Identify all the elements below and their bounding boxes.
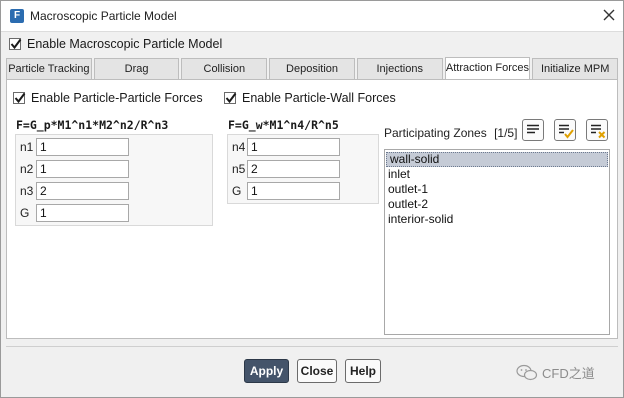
deselect-all-icon xyxy=(591,124,606,139)
enable-mpm-checkbox[interactable] xyxy=(9,38,22,50)
title-bar: F Macroscopic Particle Model xyxy=(1,1,623,32)
select-all-button[interactable] xyxy=(554,119,576,141)
n5-input[interactable]: 2 xyxy=(247,160,340,178)
particle-wall-label: Enable Particle-Wall Forces xyxy=(242,91,396,105)
watermark-text: CFD之道 xyxy=(542,366,595,381)
zone-item-outlet-1[interactable]: outlet-1 xyxy=(385,182,609,197)
help-button[interactable]: Help xyxy=(345,359,381,383)
particle-particle-formula: F=G_p*M1^n1*M2^n2/R^n3 xyxy=(16,118,169,132)
participating-zones-label: Participating Zones xyxy=(384,126,487,140)
n1-label: n1 xyxy=(20,140,34,154)
list-all-button[interactable] xyxy=(522,119,544,141)
close-window-icon[interactable] xyxy=(600,6,618,24)
particle-wall-formula: F=G_w*M1^n4/R^n5 xyxy=(228,118,339,132)
tab-particle-tracking[interactable]: Particle Tracking xyxy=(6,58,92,79)
fluent-app-icon: F xyxy=(10,9,24,23)
tab-initialize-mpm[interactable]: Initialize MPM xyxy=(532,58,619,79)
tab-deposition[interactable]: Deposition xyxy=(269,58,355,79)
apply-button[interactable]: Apply xyxy=(244,359,289,383)
n2-input[interactable]: 1 xyxy=(36,160,129,178)
zone-item-interior-solid[interactable]: interior-solid xyxy=(385,212,609,227)
n1-input[interactable]: 1 xyxy=(36,138,129,156)
wechat-icon xyxy=(516,364,538,380)
particle-particle-checkbox[interactable] xyxy=(13,92,26,104)
n2-label: n2 xyxy=(20,162,34,176)
g-w-input[interactable]: 1 xyxy=(247,182,340,200)
participating-zones-header: Participating Zones [1/5] xyxy=(384,126,517,140)
dialog-window: F Macroscopic Particle Model Enable Macr… xyxy=(0,0,624,398)
n3-input[interactable]: 2 xyxy=(36,182,129,200)
select-all-icon xyxy=(559,124,574,139)
participating-zones-list[interactable]: wall-solid inlet outlet-1 outlet-2 inter… xyxy=(384,149,610,335)
list-lines-icon xyxy=(527,124,539,134)
tab-injections[interactable]: Injections xyxy=(356,58,443,79)
deselect-all-button[interactable] xyxy=(586,119,608,141)
n4-input[interactable]: 1 xyxy=(247,138,340,156)
tab-drag[interactable]: Drag xyxy=(93,58,180,79)
n5-label: n5 xyxy=(232,162,246,176)
tab-strip: Particle Tracking Drag Collision Deposit… xyxy=(6,57,619,79)
g-w-label: G xyxy=(232,184,242,198)
particle-particle-row[interactable]: Enable Particle-Particle Forces xyxy=(13,91,203,105)
particle-wall-row[interactable]: Enable Particle-Wall Forces xyxy=(224,91,396,105)
participating-zones-count: [1/5] xyxy=(494,126,518,140)
zone-item-wall-solid[interactable]: wall-solid xyxy=(386,152,608,167)
g-p-input[interactable]: 1 xyxy=(36,204,129,222)
tab-attraction-forces[interactable]: Attraction Forces xyxy=(444,57,531,79)
tab-collision[interactable]: Collision xyxy=(181,58,268,79)
watermark: CFD之道 xyxy=(516,363,595,382)
enable-mpm-label: Enable Macroscopic Particle Model xyxy=(27,37,223,51)
particle-particle-label: Enable Particle-Particle Forces xyxy=(31,91,203,105)
window-title: Macroscopic Particle Model xyxy=(30,9,177,23)
particle-wall-checkbox[interactable] xyxy=(224,92,237,104)
zone-item-inlet[interactable]: inlet xyxy=(385,167,609,182)
enable-mpm-row[interactable]: Enable Macroscopic Particle Model xyxy=(9,37,222,51)
n4-label: n4 xyxy=(232,140,246,154)
close-button[interactable]: Close xyxy=(297,359,337,383)
footer-divider xyxy=(6,346,618,347)
zone-item-outlet-2[interactable]: outlet-2 xyxy=(385,197,609,212)
g-p-label: G xyxy=(20,206,30,220)
n3-label: n3 xyxy=(20,184,34,198)
